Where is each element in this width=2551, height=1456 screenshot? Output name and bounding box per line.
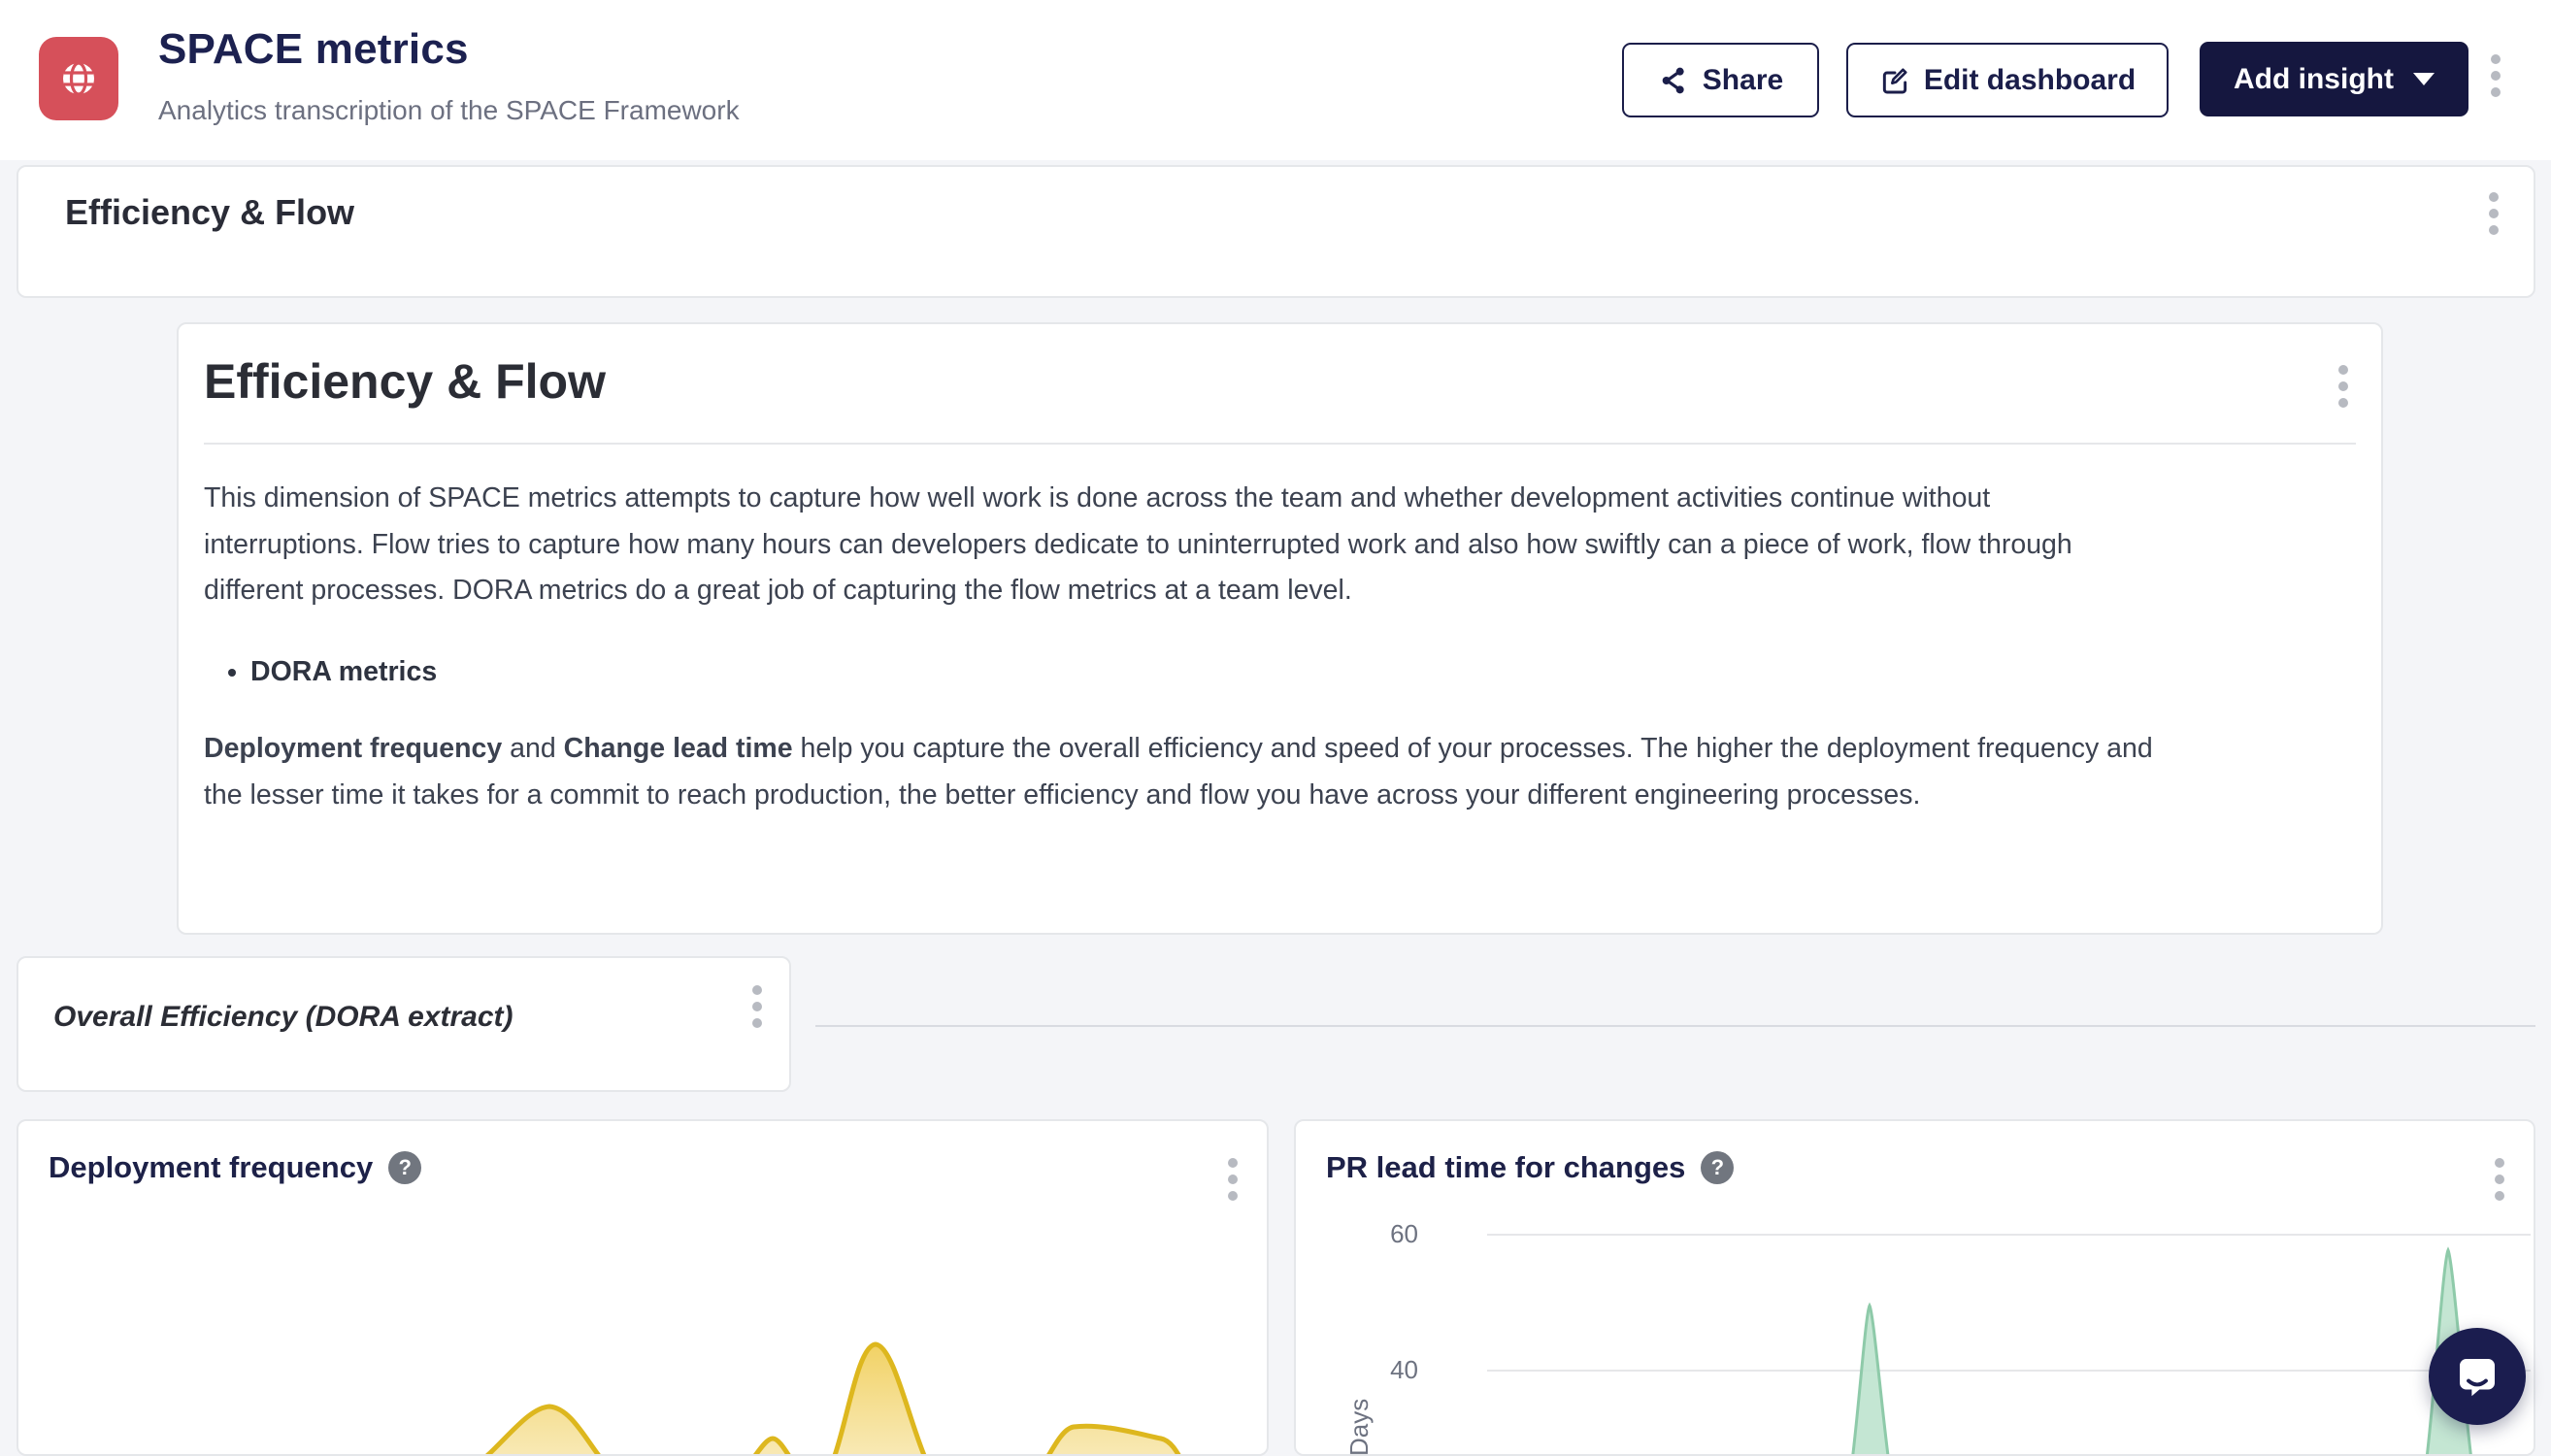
y-axis-tick-40: 40 — [1360, 1355, 1418, 1385]
section-more-menu[interactable] — [2489, 192, 2499, 235]
edit-dashboard-button[interactable]: Edit dashboard — [1846, 43, 2169, 117]
add-insight-button[interactable]: Add insight — [2200, 42, 2468, 116]
chat-launcher-button[interactable] — [2429, 1328, 2526, 1425]
dashboard-logo — [39, 37, 118, 120]
edit-dashboard-label: Edit dashboard — [1924, 64, 2136, 97]
bold-deployment-frequency: Deployment frequency — [204, 733, 502, 764]
section-header-card: Efficiency & Flow — [17, 165, 2535, 298]
section-divider-line — [815, 1025, 2535, 1027]
overall-card-more-menu[interactable] — [752, 985, 762, 1028]
share-button-label: Share — [1703, 64, 1783, 97]
heading-divider — [204, 443, 2356, 445]
chevron-down-icon — [2413, 73, 2435, 85]
text-card-bullet-list: DORA metrics — [250, 649, 2356, 696]
help-icon[interactable]: ? — [1701, 1151, 1734, 1184]
bold-change-lead-time: Change lead time — [564, 733, 793, 764]
y-axis-label-days: Days — [1344, 1399, 1375, 1456]
share-icon — [1658, 65, 1689, 96]
section-title: Efficiency & Flow — [65, 192, 354, 233]
edit-icon — [1879, 65, 1910, 96]
share-button[interactable]: Share — [1622, 43, 1819, 117]
app-header: SPACE metrics Analytics transcription of… — [0, 0, 2551, 160]
bullet-item-dora-metrics: DORA metrics — [250, 649, 2356, 696]
pr-chart-more-menu[interactable] — [2495, 1158, 2504, 1201]
text-card-more-menu[interactable] — [2338, 365, 2348, 408]
text-card-paragraph-1: This dimension of SPACE metrics attempts… — [204, 476, 2155, 614]
overall-efficiency-title: Overall Efficiency (DORA extract) — [53, 1001, 514, 1034]
pr-chart-title: PR lead time for changes — [1326, 1150, 1685, 1185]
text-card-paragraph-2: Deployment frequency and Change lead tim… — [204, 726, 2155, 818]
paragraph2-join: and — [502, 733, 563, 764]
help-icon[interactable]: ? — [388, 1151, 421, 1184]
chat-bubble-icon — [2451, 1350, 2503, 1403]
add-insight-label: Add insight — [2234, 63, 2394, 96]
deployment-chart-title: Deployment frequency — [49, 1150, 373, 1185]
text-card-heading: Efficiency & Flow — [204, 353, 2356, 410]
efficiency-text-card: Efficiency & Flow This dimension of SPAC… — [177, 322, 2383, 935]
pr-lead-time-card: PR lead time for changes ? 60 40 Days — [1294, 1119, 2535, 1456]
overall-efficiency-card: Overall Efficiency (DORA extract) — [17, 956, 791, 1092]
y-axis-tick-60: 60 — [1360, 1219, 1418, 1249]
header-more-menu[interactable] — [2491, 54, 2501, 97]
deployment-chart-more-menu[interactable] — [1228, 1158, 1238, 1201]
page-subtitle: Analytics transcription of the SPACE Fra… — [158, 95, 740, 126]
page-title: SPACE metrics — [158, 25, 469, 74]
globe-icon — [55, 55, 102, 102]
deployment-frequency-card: Deployment frequency ? — [17, 1119, 1269, 1456]
